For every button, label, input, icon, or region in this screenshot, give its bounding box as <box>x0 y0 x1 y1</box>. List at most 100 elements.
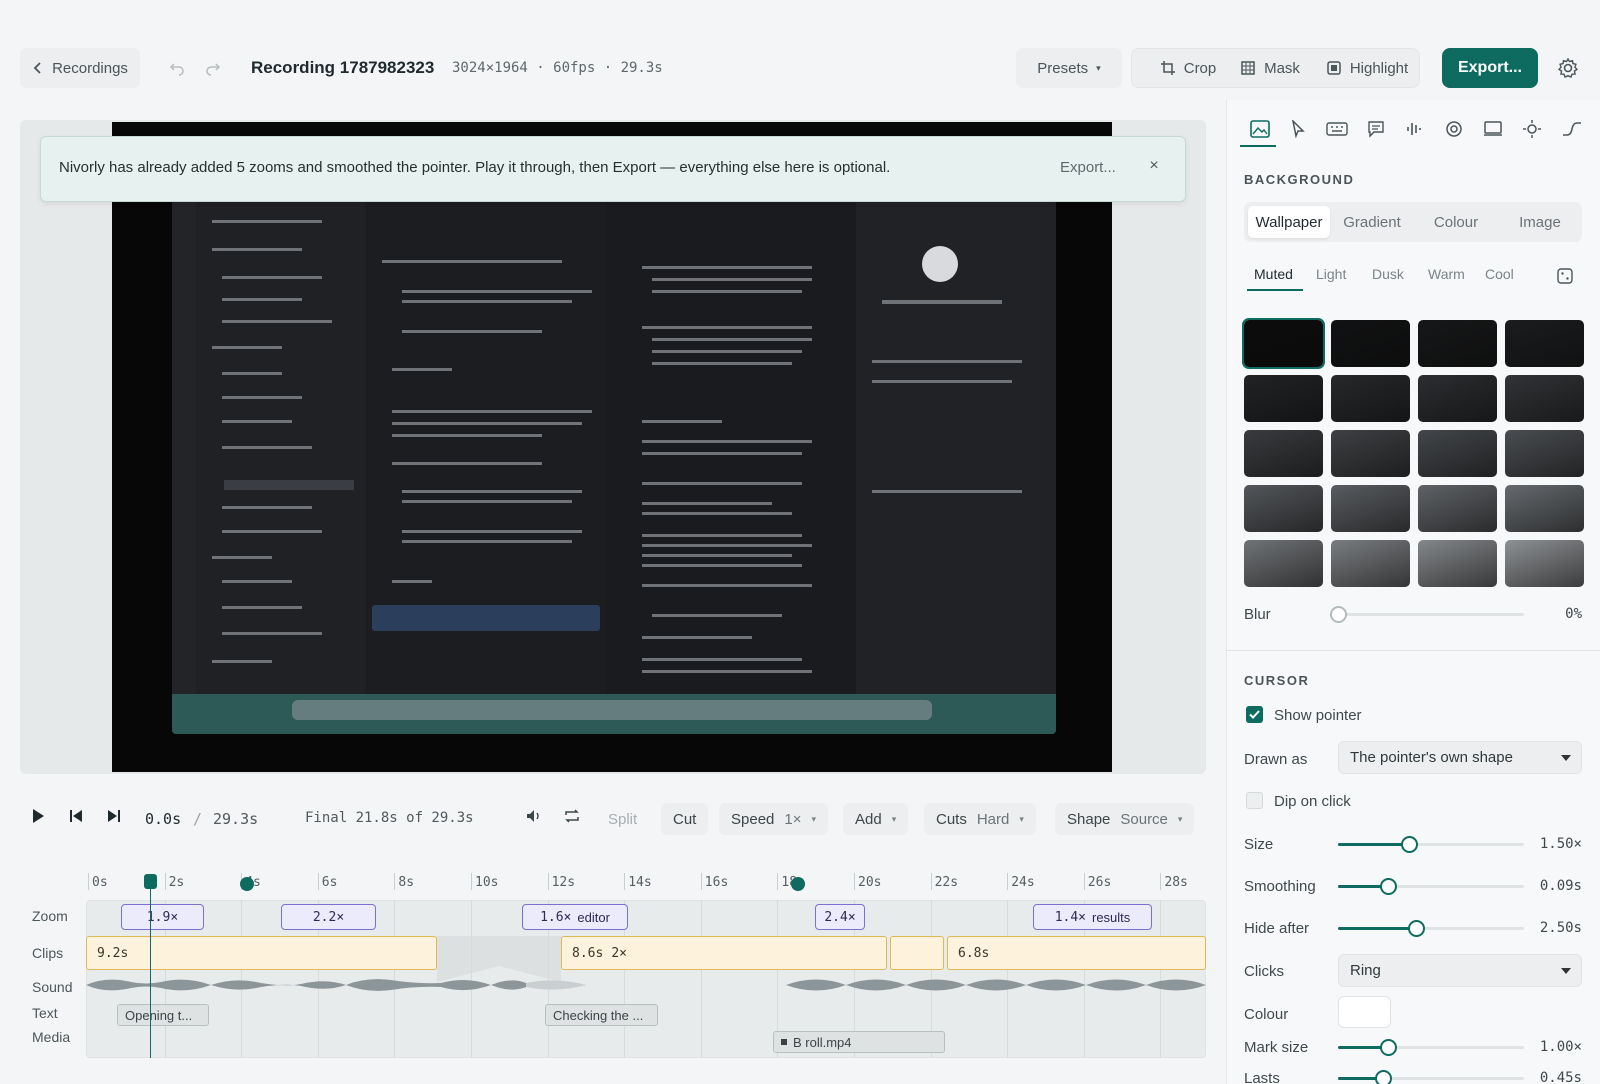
blur-slider[interactable] <box>1330 606 1524 623</box>
add-dropdown[interactable]: Add ▾ <box>843 803 909 835</box>
zoom-segment[interactable]: 1.6× editor <box>522 904 628 930</box>
clip-segment[interactable]: 9.2s <box>86 936 437 970</box>
wallpaper-swatch[interactable] <box>1505 320 1584 367</box>
export-button[interactable]: Export... <box>1442 48 1538 88</box>
subtab-dusk[interactable]: Dusk <box>1372 266 1404 282</box>
back-button[interactable]: Recordings <box>20 48 140 88</box>
mark-size-slider[interactable] <box>1338 1039 1524 1056</box>
ruler-label: 28s <box>1164 875 1188 890</box>
wallpaper-swatch[interactable] <box>1244 485 1323 532</box>
wallpaper-swatch[interactable] <box>1505 430 1584 477</box>
mask-label: Mask <box>1264 59 1300 77</box>
clip-segment[interactable]: 6.8s <box>947 936 1206 970</box>
mask-button[interactable]: Mask <box>1232 52 1308 84</box>
cut-button[interactable]: Cut <box>661 803 709 835</box>
media-chip[interactable]: B roll.mp4 <box>773 1031 945 1053</box>
lasts-knob[interactable] <box>1374 1070 1392 1084</box>
redo-button[interactable] <box>198 52 228 84</box>
zoom-segment[interactable]: 1.4× results <box>1033 904 1152 930</box>
skip-forward-button[interactable] <box>100 802 128 830</box>
banner-close-button[interactable]: × <box>1144 157 1164 177</box>
tab-colour[interactable]: Colour <box>1414 202 1498 242</box>
tab-wallpaper[interactable]: Wallpaper <box>1248 202 1330 242</box>
wallpaper-swatch[interactable] <box>1242 318 1325 369</box>
size-knob[interactable] <box>1400 836 1418 853</box>
wallpaper-swatch[interactable] <box>1331 430 1410 477</box>
clicks-select[interactable]: Ring <box>1338 954 1582 987</box>
ruler-tick <box>777 873 779 890</box>
blur-value: 0% <box>1565 606 1582 622</box>
banner-export-link[interactable]: Export... <box>1060 159 1116 176</box>
subtab-active-underline <box>1247 289 1303 291</box>
speed-dropdown[interactable]: Speed 1× ▾ <box>719 803 829 835</box>
shuffle-wallpaper-button[interactable] <box>1557 268 1577 288</box>
show-pointer-checkbox[interactable] <box>1246 706 1263 723</box>
hide-after-knob[interactable] <box>1408 920 1426 937</box>
zoom-segment[interactable]: 2.2× <box>281 904 376 930</box>
settings-button[interactable] <box>1550 50 1586 86</box>
presets-dropdown[interactable]: Presets ▾ <box>1016 48 1122 88</box>
wallpaper-swatch[interactable] <box>1244 375 1323 422</box>
tab-keystrokes[interactable] <box>1325 117 1349 141</box>
wallpaper-swatch[interactable] <box>1418 485 1497 532</box>
dip-on-click-checkbox[interactable] <box>1246 792 1263 809</box>
pointer-keyframe[interactable] <box>240 877 254 891</box>
split-label: Split <box>608 810 638 828</box>
text-overlay-chip[interactable]: Opening t... <box>117 1004 209 1026</box>
pointer-keyframe[interactable] <box>791 877 805 891</box>
highlight-button[interactable]: Highlight <box>1318 52 1416 84</box>
tab-gradient[interactable]: Gradient <box>1330 202 1414 242</box>
loop-button[interactable] <box>558 802 586 830</box>
recorded-screen-content <box>172 200 1056 734</box>
wallpaper-swatch[interactable] <box>1331 375 1410 422</box>
redo-icon <box>206 63 221 76</box>
zoom-segment[interactable]: 1.9× <box>121 904 204 930</box>
wallpaper-swatch[interactable] <box>1505 485 1584 532</box>
blur-knob[interactable] <box>1330 606 1347 623</box>
size-slider[interactable] <box>1338 836 1524 853</box>
tab-focus[interactable] <box>1442 117 1466 141</box>
wallpaper-swatch[interactable] <box>1505 375 1584 422</box>
drawn-as-select[interactable]: The pointer's own shape <box>1338 741 1582 774</box>
wallpaper-swatch[interactable] <box>1418 540 1497 587</box>
shape-dropdown[interactable]: Shape Source ▾ <box>1055 803 1195 835</box>
wallpaper-swatch[interactable] <box>1418 375 1497 422</box>
play-button[interactable] <box>24 802 52 830</box>
wallpaper-swatch[interactable] <box>1331 540 1410 587</box>
wallpaper-swatch[interactable] <box>1244 430 1323 477</box>
playhead-handle[interactable] <box>144 874 157 889</box>
tab-image[interactable]: Image <box>1498 202 1582 242</box>
tab-motion[interactable] <box>1560 117 1584 141</box>
hide-after-slider[interactable] <box>1338 920 1524 937</box>
split-button[interactable]: Split <box>596 803 649 835</box>
subtab-warm[interactable]: Warm <box>1428 266 1465 282</box>
colour-swatch[interactable] <box>1338 996 1391 1028</box>
tab-cursor[interactable] <box>1286 117 1310 141</box>
wallpaper-swatch[interactable] <box>1244 540 1323 587</box>
clip-duration: 6.8s <box>958 945 990 961</box>
crop-button[interactable]: Crop <box>1143 52 1233 84</box>
subtab-muted[interactable]: Muted <box>1254 266 1293 282</box>
wallpaper-swatch[interactable] <box>1505 540 1584 587</box>
tab-captions[interactable] <box>1364 117 1388 141</box>
zoom-segment[interactable]: 2.4× <box>815 904 865 930</box>
tab-frame[interactable] <box>1481 117 1505 141</box>
subtab-light[interactable]: Light <box>1316 266 1346 282</box>
smoothing-slider[interactable] <box>1338 878 1524 895</box>
wallpaper-swatch[interactable] <box>1418 320 1497 367</box>
volume-button[interactable] <box>520 802 548 830</box>
text-overlay-chip[interactable]: Checking the ... <box>545 1004 658 1026</box>
lasts-slider[interactable] <box>1338 1070 1524 1084</box>
subtab-cool[interactable]: Cool <box>1485 266 1514 282</box>
undo-button[interactable] <box>162 52 192 84</box>
clip-segment[interactable]: 8.6s 2× <box>561 936 887 970</box>
clip-segment[interactable] <box>890 936 944 970</box>
skip-back-button[interactable] <box>62 802 90 830</box>
wallpaper-swatch[interactable] <box>1418 430 1497 477</box>
tab-lighting[interactable] <box>1520 117 1544 141</box>
cuts-dropdown[interactable]: Cuts Hard ▾ <box>924 803 1036 835</box>
wallpaper-swatch[interactable] <box>1331 485 1410 532</box>
tab-audio[interactable] <box>1402 117 1426 141</box>
tab-background[interactable] <box>1248 117 1272 141</box>
wallpaper-swatch[interactable] <box>1331 320 1410 367</box>
